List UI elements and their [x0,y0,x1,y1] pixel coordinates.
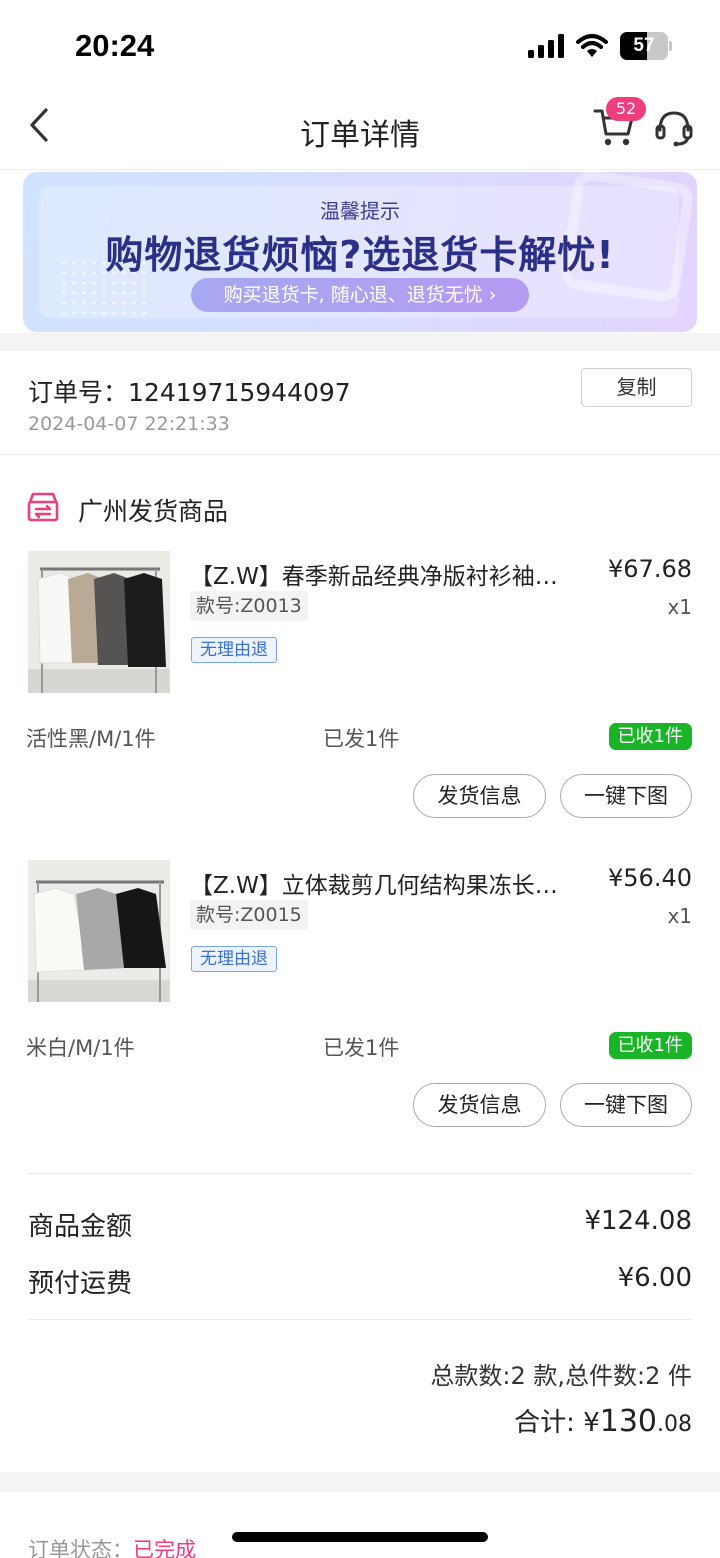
product-quantity: x1 [667,595,692,619]
order-datetime: 2024-04-07 22:21:33 [28,413,230,435]
product-style-number: 款号:Z0013 [190,591,308,621]
shop-ship-icon [27,492,59,522]
freight-value: ¥6.00 [617,1263,692,1293]
product-style-number: 款号:Z0015 [190,900,308,930]
home-indicator[interactable] [232,1532,488,1542]
product-name[interactable]: 【Z.W】春季新品经典净版衬衫袖… [190,557,590,591]
return-policy-tag: 无理由退 [191,946,277,972]
product-spec: 活性黑/M/1件 [26,727,156,751]
download-images-button[interactable]: 一键下图 [560,774,692,818]
shipment-origin-label: 广州发货商品 [78,497,229,526]
grand-total: 合计: ¥130.08 [514,1402,692,1439]
banner-title: 购物退货烦恼?选退货卡解忧! [105,233,615,277]
goods-amount-value: ¥124.08 [584,1206,692,1236]
battery-icon: 57 [620,32,672,60]
grand-total-integer: 130 [599,1404,657,1439]
signal-icon [528,34,564,58]
shipping-info-button[interactable]: 发货信息 [413,1083,546,1127]
return-policy-tag: 无理由退 [191,637,277,663]
banner-subtitle: 温馨提示 [320,199,400,223]
order-number: 订单号：12419715944097 [28,373,351,409]
shipping-info-button[interactable]: 发货信息 [413,774,546,818]
section-gap [0,333,720,351]
order-status-label: 订单状态： [28,1538,133,1558]
product-price: ¥56.40 [608,864,692,892]
goods-amount-row: 商品金额 ¥124.08 [28,1206,692,1243]
product-image[interactable] [28,860,170,1002]
order-status-value: 已完成 [133,1538,196,1558]
shipped-count: 已发1件 [323,1036,400,1060]
shipment-header: 广州发货商品 [0,478,720,538]
order-info: 订单号：12419715944097 2024-04-07 22:21:33 复… [0,351,720,455]
status-icons: 57 [528,32,672,60]
battery-level: 57 [633,35,655,56]
freight-label: 预付运费 [28,1269,133,1299]
banner-cta-button[interactable]: 购买退货卡, 随心退、退货无忧 › [191,278,529,312]
return-card-banner[interactable]: 温馨提示 购物退货烦恼?选退货卡解忧! 购买退货卡, 随心退、退货无忧 › [23,172,697,332]
product-spec: 米白/M/1件 [26,1036,135,1060]
download-images-button[interactable]: 一键下图 [560,1083,692,1127]
nav-bar: 订单详情 52 [0,90,720,170]
wifi-icon [576,34,608,57]
product-price: ¥67.68 [608,555,692,583]
received-badge: 已收1件 [608,723,692,750]
divider [28,1173,692,1174]
headset-icon[interactable] [654,108,694,148]
cart-badge: 52 [606,97,646,121]
order-number-label: 订单号： [28,378,129,407]
product-name[interactable]: 【Z.W】立体裁剪几何结构果冻长… [190,866,590,900]
product-quantity: x1 [667,904,692,928]
divider [28,1319,692,1320]
order-number-value: 12419715944097 [128,378,351,407]
status-time: 20:24 [75,28,155,63]
order-item: 【Z.W】春季新品经典净版衬衫袖… ¥67.68 款号:Z0013 x1 无理由… [0,551,720,851]
total-counts: 总款数:2 款,总件数:2 件 [430,1362,692,1390]
product-image[interactable] [28,551,170,693]
section-gap [0,1472,720,1492]
grand-total-currency: ¥ [583,1408,600,1438]
order-item: 【Z.W】立体裁剪几何结构果冻长… ¥56.40 款号:Z0015 x1 无理由… [0,860,720,1160]
shipped-count: 已发1件 [323,727,400,751]
order-status: 订单状态：已完成 [28,1534,196,1558]
freight-row: 预付运费 ¥6.00 [28,1263,692,1300]
goods-amount-label: 商品金额 [28,1212,133,1242]
grand-total-decimal: .08 [657,1412,692,1437]
grand-total-label: 合计: [514,1408,584,1438]
status-bar: 20:24 57 [0,0,720,90]
received-badge: 已收1件 [608,1032,692,1059]
copy-button[interactable]: 复制 [581,368,692,407]
